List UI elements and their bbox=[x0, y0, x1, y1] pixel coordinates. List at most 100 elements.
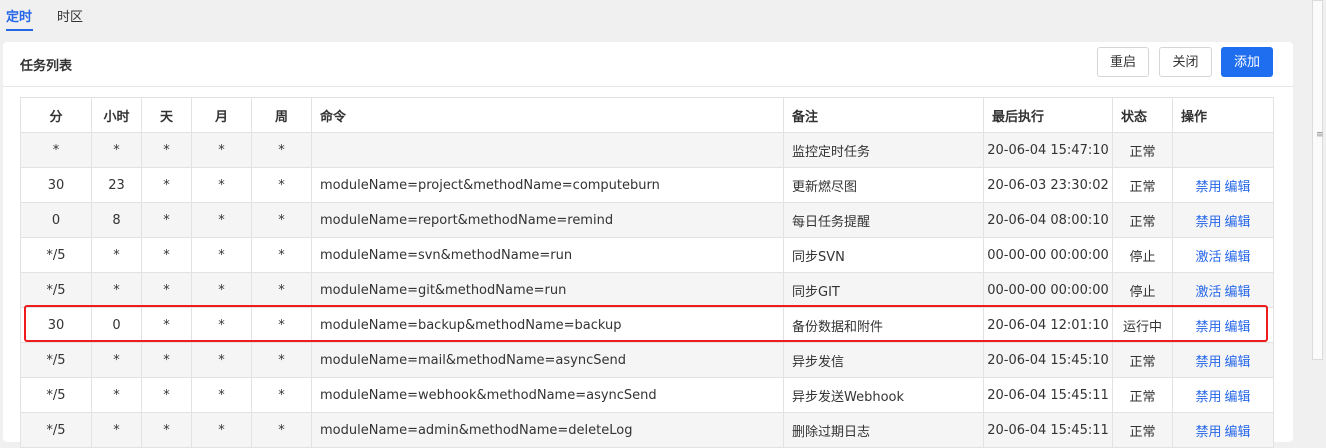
cell-week: * bbox=[251, 272, 312, 308]
column-header-status: 状态 bbox=[1112, 97, 1173, 133]
cell-week: * bbox=[251, 307, 312, 343]
cell-command: moduleName=mail&methodName=asyncSend bbox=[311, 342, 784, 378]
cell-note: 异步发送Webhook bbox=[783, 377, 984, 413]
toggle-action-link[interactable]: 禁用 bbox=[1195, 355, 1221, 370]
cell-hour: * bbox=[91, 342, 142, 378]
cell-hour: 8 bbox=[91, 202, 142, 238]
cell-note: 更新燃尽图 bbox=[783, 167, 984, 203]
cell-hour: * bbox=[91, 272, 142, 308]
column-header-week: 周 bbox=[251, 97, 312, 133]
cell-hour: * bbox=[91, 132, 142, 168]
cell-actions: 禁用 编辑 bbox=[1172, 202, 1274, 238]
cell-actions: 禁用 编辑 bbox=[1172, 167, 1274, 203]
cell-minute: */5 bbox=[20, 377, 92, 413]
cell-day: * bbox=[141, 167, 192, 203]
cell-actions bbox=[1172, 132, 1274, 168]
cell-day: * bbox=[141, 272, 192, 308]
cell-day: * bbox=[141, 307, 192, 343]
cell-status: 正常 bbox=[1112, 377, 1173, 413]
edit-action-link[interactable]: 编辑 bbox=[1225, 180, 1251, 195]
table-row: */5 * * * * moduleName=svn&methodName=run 同步SV… bbox=[20, 237, 1274, 273]
cell-actions: 禁用 编辑 bbox=[1172, 307, 1274, 343]
table-row: 30 0 * * * moduleName=backup&methodName=backu… bbox=[20, 307, 1274, 343]
cell-month: * bbox=[191, 272, 252, 308]
cell-actions: 激活 编辑 bbox=[1172, 237, 1274, 273]
cell-command: moduleName=admin&methodName=deleteLog bbox=[311, 412, 784, 448]
edit-action-link[interactable]: 编辑 bbox=[1225, 250, 1251, 265]
table-row: 0 8 * * * moduleName=report&methodName=remind… bbox=[20, 202, 1274, 238]
cell-month: * bbox=[191, 307, 252, 343]
cell-day: * bbox=[141, 342, 192, 378]
column-header-hour: 小时 bbox=[91, 97, 142, 133]
edit-action-link[interactable]: 编辑 bbox=[1225, 425, 1251, 440]
cell-command: moduleName=git&methodName=run bbox=[311, 272, 784, 308]
cell-status: 正常 bbox=[1112, 342, 1173, 378]
cell-status: 停止 bbox=[1112, 237, 1173, 273]
cell-hour: 23 bbox=[91, 167, 142, 203]
cell-command: moduleName=webhook&methodName=asyncSend bbox=[311, 377, 784, 413]
cell-last-run: 20-06-04 15:47:10 bbox=[983, 132, 1113, 168]
table-row: 30 23 * * * moduleName=project&methodName=com… bbox=[20, 167, 1274, 203]
edit-action-link[interactable]: 编辑 bbox=[1225, 215, 1251, 230]
cell-week: * bbox=[251, 132, 312, 168]
cell-last-run: 20-06-04 15:45:11 bbox=[983, 377, 1113, 413]
cell-note: 异步发信 bbox=[783, 342, 984, 378]
cell-command bbox=[311, 132, 784, 168]
edit-action-link[interactable]: 编辑 bbox=[1225, 320, 1251, 335]
cell-minute: 30 bbox=[20, 167, 92, 203]
add-button[interactable]: 添加 bbox=[1221, 47, 1273, 77]
cell-last-run: 20-06-04 12:01:10 bbox=[983, 307, 1113, 343]
cell-note: 删除过期日志 bbox=[783, 412, 984, 448]
cell-status: 运行中 bbox=[1112, 307, 1173, 343]
cell-month: * bbox=[191, 132, 252, 168]
edit-action-link[interactable]: 编辑 bbox=[1225, 355, 1251, 370]
cell-week: * bbox=[251, 377, 312, 413]
cell-actions: 禁用 编辑 bbox=[1172, 342, 1274, 378]
cell-hour: * bbox=[91, 412, 142, 448]
toggle-action-link[interactable]: 禁用 bbox=[1195, 320, 1221, 335]
task-table: 分 小时 天 月 周 命令 备注 最后执行 状态 操作 * * * * * 监控定时任务 2… bbox=[20, 97, 1274, 448]
cell-last-run: 20-06-04 15:45:11 bbox=[983, 412, 1113, 448]
active-tab-indicator bbox=[6, 29, 33, 31]
restart-button[interactable]: 重启 bbox=[1097, 47, 1149, 77]
tab-timezone[interactable]: 时区 bbox=[57, 8, 83, 28]
cell-month: * bbox=[191, 202, 252, 238]
scrollbar-thumb[interactable]: ≡ bbox=[1312, 0, 1324, 360]
cell-status: 正常 bbox=[1112, 167, 1173, 203]
cell-week: * bbox=[251, 202, 312, 238]
edit-action-link[interactable]: 编辑 bbox=[1225, 390, 1251, 405]
cell-command: moduleName=project&methodName=computebur… bbox=[311, 167, 784, 203]
cell-week: * bbox=[251, 237, 312, 273]
tab-schedule[interactable]: 定时 bbox=[6, 8, 32, 28]
cell-day: * bbox=[141, 412, 192, 448]
cell-month: * bbox=[191, 167, 252, 203]
toggle-action-link[interactable]: 禁用 bbox=[1195, 390, 1221, 405]
cell-month: * bbox=[191, 342, 252, 378]
cell-week: * bbox=[251, 167, 312, 203]
cell-status: 正常 bbox=[1112, 202, 1173, 238]
cell-minute: * bbox=[20, 132, 92, 168]
close-button[interactable]: 关闭 bbox=[1159, 47, 1212, 77]
cell-minute: 0 bbox=[20, 202, 92, 238]
cell-command: moduleName=svn&methodName=run bbox=[311, 237, 784, 273]
toggle-action-link[interactable]: 激活 bbox=[1195, 285, 1221, 300]
toggle-action-link[interactable]: 禁用 bbox=[1195, 425, 1221, 440]
vertical-scrollbar[interactable]: ≡ bbox=[1310, 0, 1326, 436]
cell-note: 同步SVN bbox=[783, 237, 984, 273]
cell-actions: 禁用 编辑 bbox=[1172, 412, 1274, 448]
cell-status: 停止 bbox=[1112, 272, 1173, 308]
cell-minute: 30 bbox=[20, 307, 92, 343]
cell-hour: 0 bbox=[91, 307, 142, 343]
cell-minute: */5 bbox=[20, 272, 92, 308]
cell-minute: */5 bbox=[20, 412, 92, 448]
panel-title: 任务列表 bbox=[20, 59, 73, 74]
cell-hour: * bbox=[91, 237, 142, 273]
cell-status: 正常 bbox=[1112, 412, 1173, 448]
toggle-action-link[interactable]: 禁用 bbox=[1195, 215, 1221, 230]
toggle-action-link[interactable]: 激活 bbox=[1195, 250, 1221, 265]
cell-week: * bbox=[251, 412, 312, 448]
cell-day: * bbox=[141, 202, 192, 238]
edit-action-link[interactable]: 编辑 bbox=[1225, 285, 1251, 300]
cell-last-run: 20-06-03 23:30:02 bbox=[983, 167, 1113, 203]
toggle-action-link[interactable]: 禁用 bbox=[1195, 180, 1221, 195]
